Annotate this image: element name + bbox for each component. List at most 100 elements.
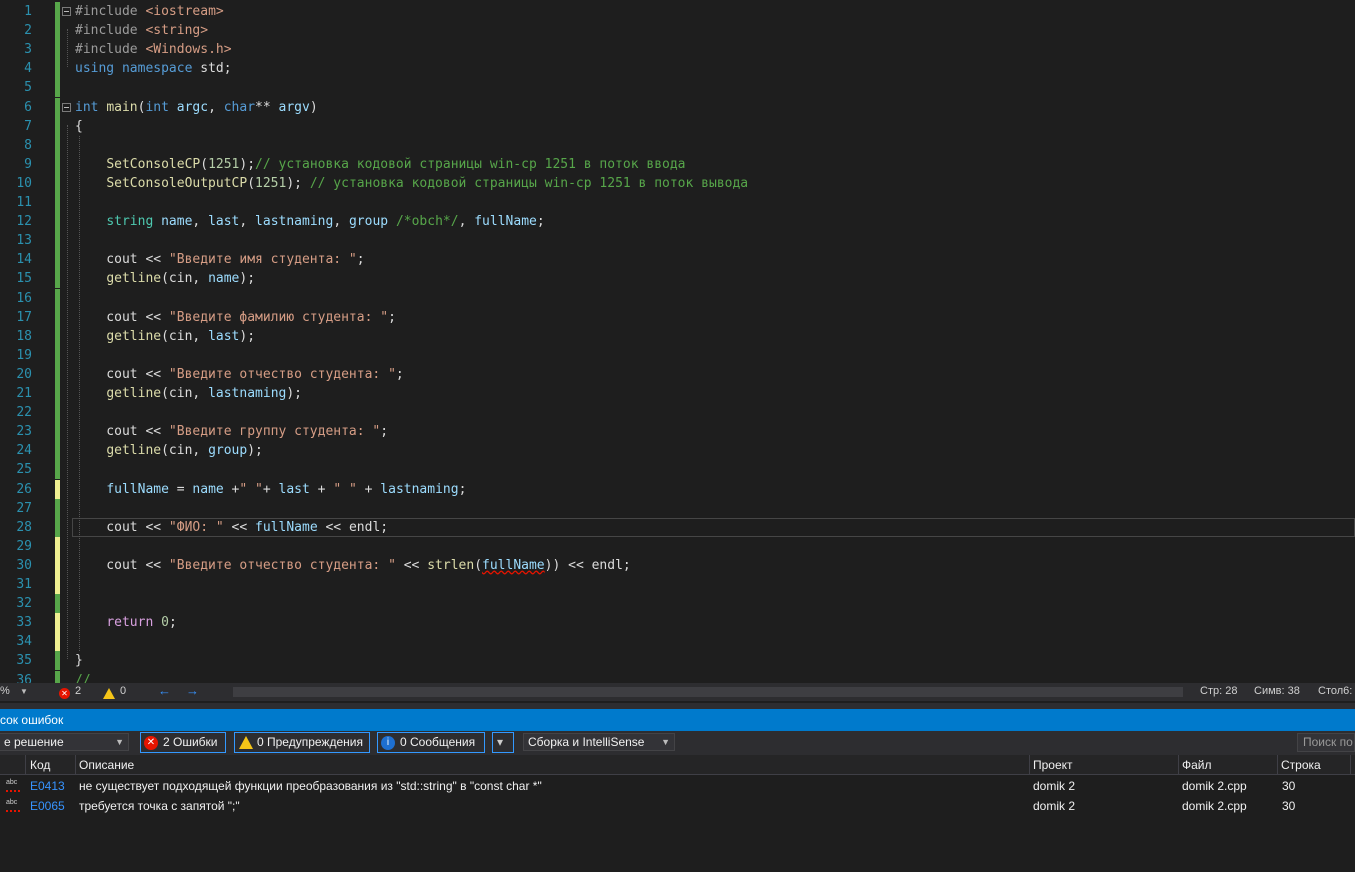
code-line[interactable]: 11 bbox=[0, 193, 1355, 213]
code-line[interactable]: 21 getline(cin, lastnaming); bbox=[0, 384, 1355, 404]
errors-filter-button[interactable]: ✕ 2 Ошибки bbox=[140, 732, 226, 753]
change-indicator bbox=[55, 498, 60, 518]
code-line[interactable]: 25 bbox=[0, 460, 1355, 480]
zoom-level[interactable]: % bbox=[0, 685, 10, 697]
code-text: #include <Windows.h> bbox=[75, 42, 232, 58]
messages-filter-button[interactable]: i 0 Сообщения bbox=[377, 732, 485, 753]
column-code[interactable]: Код bbox=[30, 758, 50, 772]
line-number: 11 bbox=[16, 195, 32, 210]
line-number: 12 bbox=[16, 214, 32, 230]
error-list-search-input[interactable]: Поиск по bbox=[1297, 733, 1355, 752]
code-line[interactable]: 23 cout << "Введите группу студента: "; bbox=[0, 422, 1355, 442]
code-line[interactable]: 24 getline(cin, group); bbox=[0, 441, 1355, 461]
code-line[interactable]: 30 cout << "Введите отчество студента: "… bbox=[0, 555, 1355, 575]
change-indicator bbox=[55, 632, 60, 652]
code-line[interactable]: 9 SetConsoleCP(1251);// установка кодово… bbox=[0, 154, 1355, 174]
column-project[interactable]: Проект bbox=[1033, 758, 1073, 772]
line-number: 27 bbox=[16, 500, 32, 516]
scope-dropdown[interactable]: е решение ▼ bbox=[0, 733, 129, 751]
error-code-link[interactable]: E0413 bbox=[30, 779, 65, 793]
collapse-icon[interactable] bbox=[62, 7, 71, 16]
code-line[interactable]: 36 // bbox=[0, 670, 1355, 684]
code-line[interactable]: 29 bbox=[0, 536, 1355, 556]
code-line[interactable]: 22 bbox=[0, 403, 1355, 423]
code-line[interactable]: 4 using namespace std; bbox=[0, 59, 1355, 79]
line-number: 26 bbox=[16, 481, 32, 497]
code-line[interactable]: 35} bbox=[0, 651, 1355, 671]
code-text: getline(cin, name); bbox=[106, 271, 256, 287]
code-text: string name, last, lastnaming, group /*o… bbox=[106, 214, 545, 230]
indent-guide bbox=[67, 124, 68, 660]
code-line[interactable]: 20 cout << "Введите отчество студента: "… bbox=[0, 364, 1355, 384]
code-line[interactable]: 10 SetConsoleOutputCP(1251); // установк… bbox=[0, 173, 1355, 193]
change-indicator bbox=[55, 613, 60, 633]
editor-status-strip: % ▼ ✕ 2 0 ← → Стр: 28 Симв: 38 Стол6: bbox=[0, 683, 1355, 701]
line-number: 20 bbox=[16, 366, 32, 382]
code-line[interactable]: 3 #include <Windows.h> bbox=[0, 40, 1355, 60]
line-number: 36 bbox=[16, 672, 32, 684]
change-indicator bbox=[55, 555, 60, 575]
code-line[interactable]: 15 getline(cin, name); bbox=[0, 269, 1355, 289]
change-indicator bbox=[55, 575, 60, 595]
column-file[interactable]: Файл bbox=[1182, 758, 1212, 772]
line-number: 21 bbox=[16, 386, 32, 401]
change-indicator bbox=[55, 307, 60, 327]
change-indicator bbox=[55, 40, 60, 60]
table-row[interactable]: abc E0413 не существует подходящей функц… bbox=[0, 776, 1355, 796]
change-indicator bbox=[55, 422, 60, 442]
code-line[interactable]: 34 bbox=[0, 632, 1355, 652]
code-text: // bbox=[75, 672, 91, 684]
spellcheck-icon: abc bbox=[6, 779, 20, 792]
filter-icon: ▾ bbox=[497, 735, 504, 749]
code-line[interactable]: 6 int main(int argc, char** argv) bbox=[0, 97, 1355, 117]
spellcheck-icon: abc bbox=[6, 799, 20, 812]
code-text: int main(int argc, char** argv) bbox=[75, 99, 318, 115]
forward-arrow-icon[interactable]: → bbox=[186, 683, 199, 698]
line-number: 28 bbox=[16, 519, 32, 535]
line-number: 13 bbox=[16, 233, 32, 249]
change-indicator bbox=[55, 441, 60, 461]
scope-value: е решение bbox=[4, 735, 64, 749]
code-line[interactable]: 5 bbox=[0, 78, 1355, 98]
code-line[interactable]: 26 fullName = name +" "+ last + " " + la… bbox=[0, 479, 1355, 499]
filter-button[interactable]: ▾ bbox=[492, 732, 514, 753]
error-count[interactable]: 2 bbox=[75, 685, 81, 697]
column-line[interactable]: Строка bbox=[1281, 758, 1321, 772]
code-editor[interactable]: 1 #include <iostream> 2 #include <string> 3 #… bbox=[0, 0, 1355, 683]
code-line[interactable]: 1 #include <iostream> bbox=[0, 2, 1355, 22]
change-indicator bbox=[55, 269, 60, 289]
error-code-link[interactable]: E0065 bbox=[30, 799, 65, 813]
line-number: 24 bbox=[16, 443, 32, 459]
code-line[interactable]: 12 string name, last, lastnaming, group … bbox=[0, 212, 1355, 232]
code-line[interactable]: 16 bbox=[0, 288, 1355, 308]
code-line[interactable]: 19 bbox=[0, 345, 1355, 365]
warning-count[interactable]: 0 bbox=[120, 685, 126, 697]
code-line[interactable]: 8 bbox=[0, 135, 1355, 155]
change-indicator bbox=[55, 670, 60, 683]
warnings-filter-button[interactable]: 0 Предупреждения bbox=[234, 732, 370, 753]
code-line[interactable]: 33 return 0; bbox=[0, 613, 1355, 633]
collapse-icon[interactable] bbox=[62, 102, 71, 112]
column-description[interactable]: Описание bbox=[79, 758, 134, 772]
error-description: не существует подходящей функции преобра… bbox=[79, 779, 542, 793]
build-filter-dropdown[interactable]: Сборка и IntelliSense ▼ bbox=[523, 733, 675, 751]
horizontal-scrollbar[interactable] bbox=[233, 687, 1183, 697]
code-line[interactable]: 31 bbox=[0, 575, 1355, 595]
code-text: return 0; bbox=[106, 615, 177, 631]
code-line[interactable]: 32 bbox=[0, 594, 1355, 614]
code-line[interactable]: 14 cout << "Введите имя студента: "; bbox=[0, 250, 1355, 270]
zoom-dropdown-icon[interactable]: ▼ bbox=[20, 687, 28, 696]
code-line[interactable]: 18 getline(cin, last); bbox=[0, 326, 1355, 346]
code-line[interactable]: 13 bbox=[0, 231, 1355, 251]
line-number: 25 bbox=[16, 462, 32, 478]
code-line[interactable]: 2 #include <string> bbox=[0, 21, 1355, 41]
table-row[interactable]: abc E0065 требуется точка с запятой ";" … bbox=[0, 796, 1355, 816]
change-indicator bbox=[55, 250, 60, 270]
code-line[interactable]: 7{ bbox=[0, 116, 1355, 136]
back-arrow-icon[interactable]: ← bbox=[158, 683, 171, 698]
code-line[interactable]: 27 bbox=[0, 498, 1355, 518]
error-icon: ✕ bbox=[144, 736, 158, 750]
line-number: 31 bbox=[16, 577, 32, 592]
change-indicator bbox=[55, 116, 60, 136]
code-line[interactable]: 17 cout << "Введите фамилию студента: "; bbox=[0, 307, 1355, 327]
